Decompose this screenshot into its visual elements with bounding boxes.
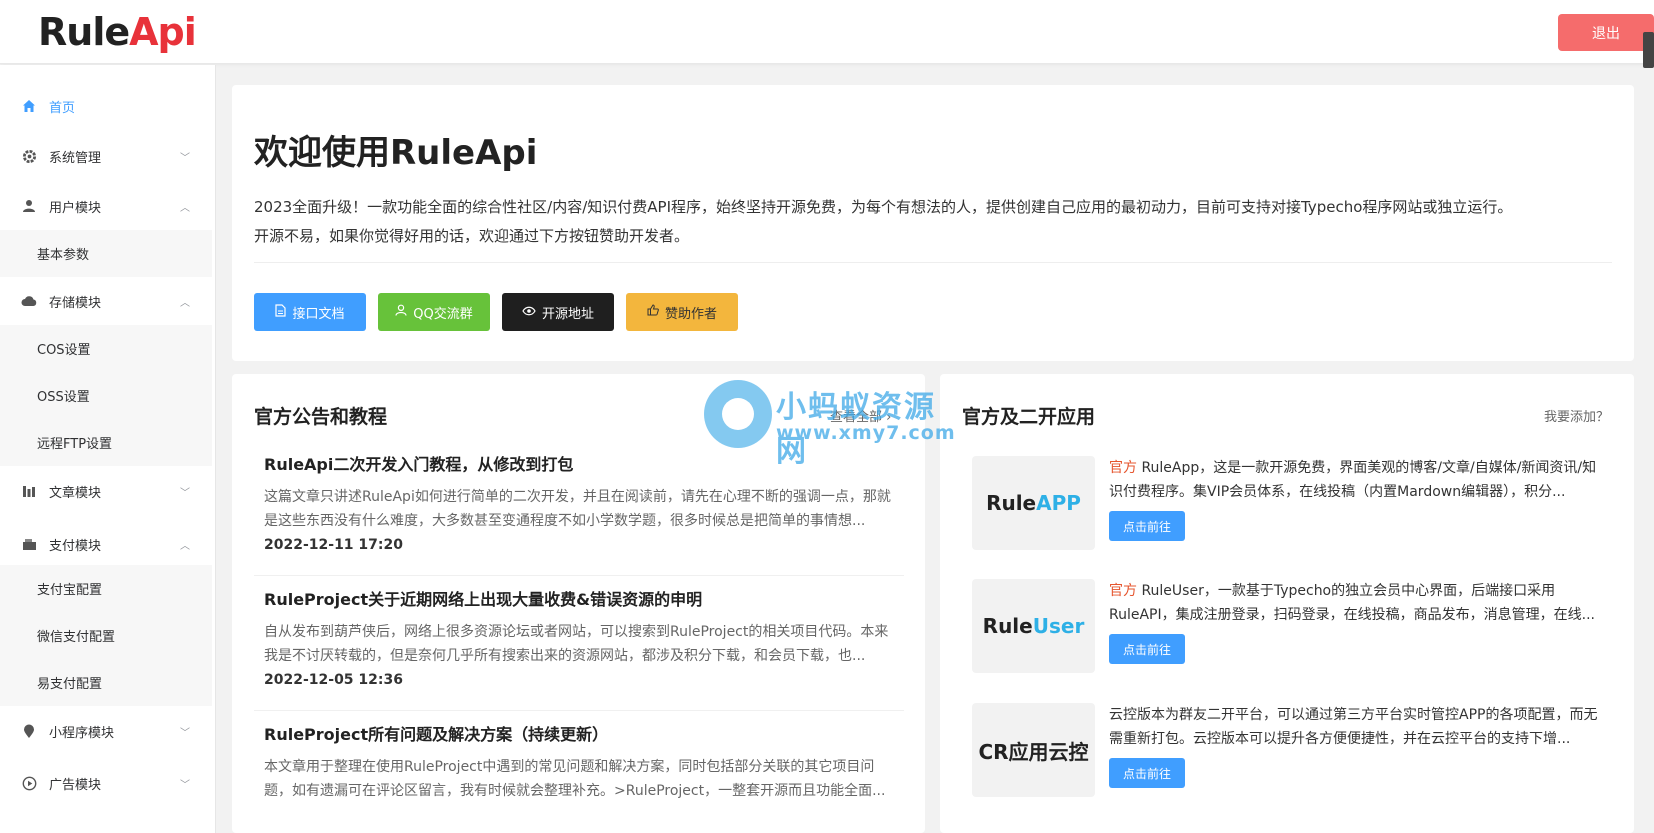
sidebar-item-system[interactable]: 系统管理 ﹀ bbox=[0, 132, 212, 180]
sidebar-item-ads[interactable]: 广告模块 ﹀ bbox=[0, 759, 212, 807]
sponsor-button[interactable]: 赞助作者 bbox=[626, 293, 738, 331]
section-title: 官方及二开应用 bbox=[962, 406, 1096, 428]
sidebar-item-home[interactable]: 首页 bbox=[0, 82, 212, 130]
divider bbox=[254, 262, 1612, 263]
article-title[interactable]: RuleProject所有问题及解决方案（持续更新） bbox=[264, 724, 894, 746]
page-title: 欢迎使用RuleApi bbox=[254, 133, 538, 173]
sidebar-item-payment[interactable]: 支付模块 ︿ bbox=[0, 520, 212, 568]
chevron-down-icon: ﹀ bbox=[180, 152, 190, 164]
chevron-up-icon: ︿ bbox=[180, 202, 190, 214]
top-header: RuleApi 退出 bbox=[0, 0, 1654, 68]
go-button-ruleapp[interactable]: 点击前往 bbox=[1109, 511, 1185, 541]
sidebar-subitem-basic-params[interactable]: 基本参数 bbox=[0, 230, 212, 277]
logo[interactable]: RuleApi bbox=[38, 10, 197, 54]
app-logo-ruleapp[interactable]: Rule APP bbox=[972, 456, 1095, 550]
sidebar-item-user[interactable]: 用户模块 ︿ bbox=[0, 182, 212, 230]
cloud-icon bbox=[21, 293, 37, 309]
chevron-down-icon: ﹀ bbox=[180, 727, 190, 739]
app-description: 官方 RuleApp，这是一款开源免费，界面美观的博客/文章/自媒体/新闻资讯/… bbox=[1109, 460, 1597, 500]
official-tag: 官方 bbox=[1109, 460, 1137, 476]
app-logo-cr-cloud[interactable]: CR应用云控 bbox=[972, 703, 1095, 797]
list-item[interactable]: RuleProject所有问题及解决方案（持续更新） 本文章用于整理在使用Rul… bbox=[264, 724, 894, 803]
sidebar-item-miniprogram[interactable]: 小程序模块 ﹀ bbox=[0, 707, 212, 755]
open-source-button[interactable]: 开源地址 bbox=[502, 293, 614, 331]
scrollbar-handle[interactable] bbox=[1643, 32, 1654, 68]
sidebar-item-article[interactable]: 文章模块 ﹀ bbox=[0, 467, 212, 515]
qq-group-button[interactable]: QQ交流群 bbox=[378, 293, 490, 331]
location-icon bbox=[21, 723, 37, 739]
sidebar: 首页 系统管理 ﹀ 用户模块 ︿ 基本参数 存储模块 ︿ COS设置 OSS设置… bbox=[0, 65, 216, 833]
official-tag: 官方 bbox=[1109, 583, 1137, 599]
chevron-down-icon: ﹀ bbox=[180, 487, 190, 499]
welcome-intro: 2023全面升级！一款功能全面的综合性社区/内容/知识付费API程序，始终坚持开… bbox=[254, 198, 1513, 245]
sidebar-subitem-cos[interactable]: COS设置 bbox=[0, 325, 212, 372]
chevron-up-icon: ︿ bbox=[180, 297, 190, 309]
apps-card: 官方及二开应用 我要添加？ Rule APP 官方 RuleApp，这是一款开源免… bbox=[940, 374, 1634, 833]
article-summary: 自从发布到葫芦侠后，网络上很多资源论坛或者网站，可以搜索到RuleProject… bbox=[264, 624, 889, 664]
article-date: 2022-12-11 17:20 bbox=[264, 537, 403, 553]
sidebar-item-storage[interactable]: 存储模块 ︿ bbox=[0, 277, 212, 325]
article-date: 2022-12-05 12:36 bbox=[264, 672, 403, 688]
user-icon bbox=[21, 198, 37, 214]
sidebar-subitem-oss[interactable]: OSS设置 bbox=[0, 372, 212, 419]
thumbs-up-icon bbox=[647, 304, 659, 320]
play-icon bbox=[21, 775, 37, 791]
chart-icon bbox=[21, 483, 37, 499]
home-icon bbox=[21, 98, 37, 114]
app-logo-ruleuser[interactable]: Rule User bbox=[972, 579, 1095, 673]
document-icon bbox=[275, 303, 287, 321]
logout-button[interactable]: 退出 bbox=[1558, 14, 1654, 51]
article-summary: 这篇文章只讲述RuleApi如何进行简单的二次开发，并且在阅读前，请先在心理不断… bbox=[264, 489, 891, 529]
chevron-up-icon: ︿ bbox=[180, 540, 190, 552]
go-button-cr-cloud[interactable]: 点击前往 bbox=[1109, 758, 1185, 788]
sidebar-subitem-easy-pay[interactable]: 易支付配置 bbox=[0, 659, 212, 706]
chevron-down-icon: ﹀ bbox=[180, 779, 190, 791]
sidebar-subitem-ftp[interactable]: 远程FTP设置 bbox=[0, 419, 212, 466]
app-description: 云控版本为群友二开平台，可以通过第三方平台实时管控APP的各项配置，而无需重新打… bbox=[1109, 707, 1598, 747]
article-summary: 本文章用于整理在使用RuleProject中遇到的常见问题和解决方案，同时包括部… bbox=[264, 759, 886, 799]
user-icon bbox=[395, 304, 407, 320]
gear-icon bbox=[21, 148, 37, 164]
divider bbox=[254, 710, 904, 711]
go-button-ruleuser[interactable]: 点击前往 bbox=[1109, 634, 1185, 664]
add-app-link[interactable]: 我要添加？ bbox=[1544, 406, 1609, 425]
wallet-icon bbox=[21, 536, 37, 552]
list-item[interactable]: RuleProject关于近期网络上出现大量收费&错误资源的申明 自从发布到葫芦… bbox=[264, 589, 894, 688]
welcome-card: 欢迎使用RuleApi 2023全面升级！一款功能全面的综合性社区/内容/知识付… bbox=[232, 85, 1634, 361]
article-title[interactable]: RuleProject关于近期网络上出现大量收费&错误资源的申明 bbox=[264, 589, 894, 611]
sidebar-subitem-alipay[interactable]: 支付宝配置 bbox=[0, 565, 212, 612]
app-description: 官方 RuleUser，一款基于Typecho的独立会员中心界面，后端接口采用R… bbox=[1109, 583, 1595, 623]
watermark: 小蚂蚁资源网 www.xmy7.com bbox=[704, 380, 955, 469]
api-docs-button[interactable]: 接口文档 bbox=[254, 293, 366, 331]
section-title: 官方公告和教程 bbox=[254, 406, 388, 428]
sidebar-subitem-wechat-pay[interactable]: 微信支付配置 bbox=[0, 612, 212, 659]
eye-icon bbox=[522, 305, 536, 320]
divider bbox=[254, 575, 904, 576]
watermark-logo-icon bbox=[704, 380, 772, 448]
